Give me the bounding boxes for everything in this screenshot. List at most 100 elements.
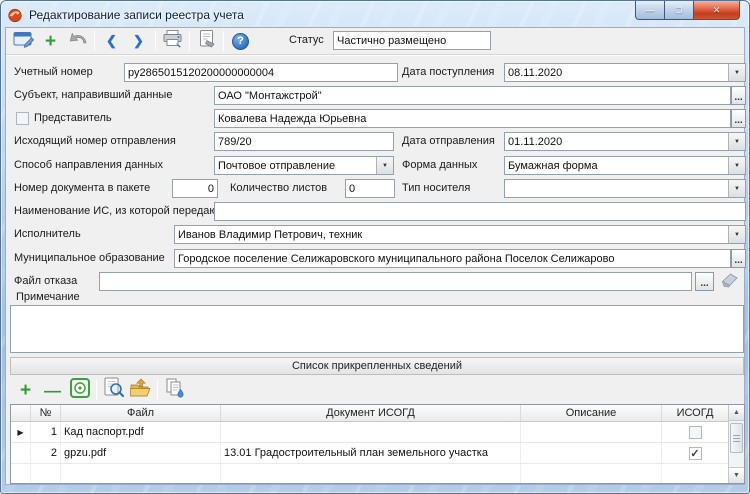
ispolnitel-combo[interactable]: Иванов Владимир Петрович, техник ▼ xyxy=(174,225,746,244)
preview-attachment-button[interactable] xyxy=(100,379,127,402)
current-row-marker-icon: ▶ xyxy=(17,428,23,437)
data-postupleniya-label: Дата поступления xyxy=(402,63,494,82)
header-document-isogd[interactable]: Документ ИСОГД xyxy=(221,405,521,421)
municipalnoe-browse-button[interactable]: ... xyxy=(731,249,746,268)
nomer-dokumenta-input[interactable] xyxy=(172,179,218,198)
cell-number: 2 xyxy=(31,443,61,463)
report-button[interactable] xyxy=(193,30,220,53)
maximize-button[interactable]: ❐ xyxy=(665,1,694,20)
header-isogd[interactable]: ИСОГД xyxy=(662,405,728,421)
attach-file-button[interactable] xyxy=(66,379,93,402)
remove-attachment-button[interactable]: — xyxy=(39,379,66,402)
add-button[interactable]: + xyxy=(37,30,64,53)
add-icon: + xyxy=(45,32,56,51)
cell-document-isogd: 13.01 Градостроительный план земельного … xyxy=(221,443,521,463)
kolichestvo-listov-input[interactable] xyxy=(345,179,395,198)
naimenovanie-is-input[interactable] xyxy=(214,202,746,221)
attachments-table: № Файл Документ ИСОГД Описание ИСОГД ▶ 1… xyxy=(10,404,745,484)
open-attachment-button[interactable] xyxy=(127,379,154,402)
help-button[interactable]: ? xyxy=(227,30,254,53)
chevron-down-icon[interactable]: ▼ xyxy=(728,180,745,197)
fail-otkaza-browse-button[interactable]: ... xyxy=(695,272,714,291)
report-icon xyxy=(197,29,217,54)
toolbar-separator xyxy=(157,380,158,400)
subekt-input[interactable] xyxy=(214,86,731,105)
chevron-down-icon[interactable]: ▼ xyxy=(728,133,745,150)
status-field[interactable] xyxy=(333,31,491,50)
chevron-down-icon[interactable]: ▼ xyxy=(728,157,745,174)
ellipsis-icon: ... xyxy=(700,278,708,290)
app-icon xyxy=(7,7,23,23)
scroll-down-icon: ▼ xyxy=(733,472,740,479)
municipalnoe-obrazovanie-input[interactable] xyxy=(174,249,731,268)
previous-button[interactable]: ❮ xyxy=(98,30,125,53)
cell-number: 1 xyxy=(31,422,61,442)
attachments-toolbar: + — xyxy=(6,377,744,403)
save-button[interactable] xyxy=(10,30,37,53)
header-number[interactable]: № xyxy=(31,405,61,421)
forma-dannykh-combo[interactable]: Бумажная форма ▼ xyxy=(504,156,746,175)
add-attachment-button[interactable]: + xyxy=(12,379,39,402)
undo-button[interactable] xyxy=(64,30,91,53)
scroll-down-button[interactable]: ▼ xyxy=(729,467,744,483)
fail-otkaza-clear-button[interactable] xyxy=(716,270,742,292)
attachments-section-header: Список прикрепленных сведений xyxy=(10,357,744,375)
fail-otkaza-input[interactable] xyxy=(99,272,692,291)
chevron-left-icon: ❮ xyxy=(106,33,117,49)
ishodyashchiy-nomer-input[interactable] xyxy=(214,132,394,151)
toolbar-separator xyxy=(94,31,95,51)
table-scrollbar[interactable]: ▲ ▼ xyxy=(728,405,744,483)
predstavitel-browse-button[interactable]: ... xyxy=(731,109,746,128)
ellipsis-icon: ... xyxy=(734,115,742,127)
isogd-checkbox[interactable]: ✓ xyxy=(689,447,702,460)
toolbar-separator xyxy=(189,31,190,51)
primechanie-textarea[interactable] xyxy=(10,305,744,353)
tip-nositelya-combo[interactable]: ▼ xyxy=(504,179,746,198)
cell-description xyxy=(521,443,662,463)
print-button[interactable] xyxy=(159,30,186,53)
data-otpravleniya-label: Дата отправления xyxy=(402,132,495,151)
copy-attachment-button[interactable] xyxy=(161,379,188,402)
toolbar-separator xyxy=(155,31,156,51)
cell-file: gpzu.pdf xyxy=(61,443,221,463)
kolichestvo-listov-label: Количество листов xyxy=(230,179,327,198)
minimize-icon: — xyxy=(646,5,655,15)
header-description[interactable]: Описание xyxy=(521,405,662,421)
minimize-button[interactable]: — xyxy=(635,1,665,20)
chevron-down-icon[interactable]: ▼ xyxy=(728,64,745,81)
header-file[interactable]: Файл xyxy=(61,405,221,421)
predstavitel-input[interactable] xyxy=(214,109,731,128)
nomer-dokumenta-label: Номер документа в пакете xyxy=(14,179,150,198)
table-row[interactable]: ▶ 1 Кад паспорт.pdf xyxy=(11,422,728,443)
next-button[interactable]: ❯ xyxy=(125,30,152,53)
predstavitel-checkbox[interactable] xyxy=(16,112,29,125)
save-icon xyxy=(13,29,35,54)
subekt-browse-button[interactable]: ... xyxy=(731,86,746,105)
remove-icon: — xyxy=(44,382,61,399)
dialog-client-area: + ❮ ❯ xyxy=(5,27,745,485)
toolbar-separator xyxy=(96,380,97,400)
chevron-down-icon[interactable]: ▼ xyxy=(728,226,745,243)
close-button[interactable]: ✕ xyxy=(694,1,740,20)
add-icon: + xyxy=(20,381,31,400)
chevron-down-icon[interactable]: ▼ xyxy=(376,157,393,174)
uchetny-nomer-input[interactable] xyxy=(124,63,398,82)
header-row-marker xyxy=(11,405,31,421)
isogd-checkbox[interactable] xyxy=(689,426,702,439)
fail-otkaza-label: Файл отказа xyxy=(14,272,77,291)
data-otpravleniya-combo[interactable]: 01.11.2020 ▼ xyxy=(504,132,746,151)
copy-icon xyxy=(164,377,186,404)
status-label: Статус xyxy=(289,34,324,46)
table-row[interactable]: 2 gpzu.pdf 13.01 Градостроительный план … xyxy=(11,443,728,464)
scrollbar-thumb[interactable] xyxy=(730,423,743,453)
ellipsis-icon: ... xyxy=(734,255,742,267)
sposob-napravleniya-combo[interactable]: Почтовое отправление ▼ xyxy=(214,156,394,175)
cell-document-isogd xyxy=(221,422,521,442)
help-icon: ? xyxy=(232,33,249,50)
scroll-up-icon: ▲ xyxy=(733,409,740,416)
data-postupleniya-combo[interactable]: 08.11.2020 ▼ xyxy=(504,63,746,82)
close-icon: ✕ xyxy=(713,5,721,16)
uchetny-nomer-label: Учетный номер xyxy=(14,63,93,82)
preview-icon xyxy=(102,377,126,404)
scroll-up-button[interactable]: ▲ xyxy=(729,405,744,421)
